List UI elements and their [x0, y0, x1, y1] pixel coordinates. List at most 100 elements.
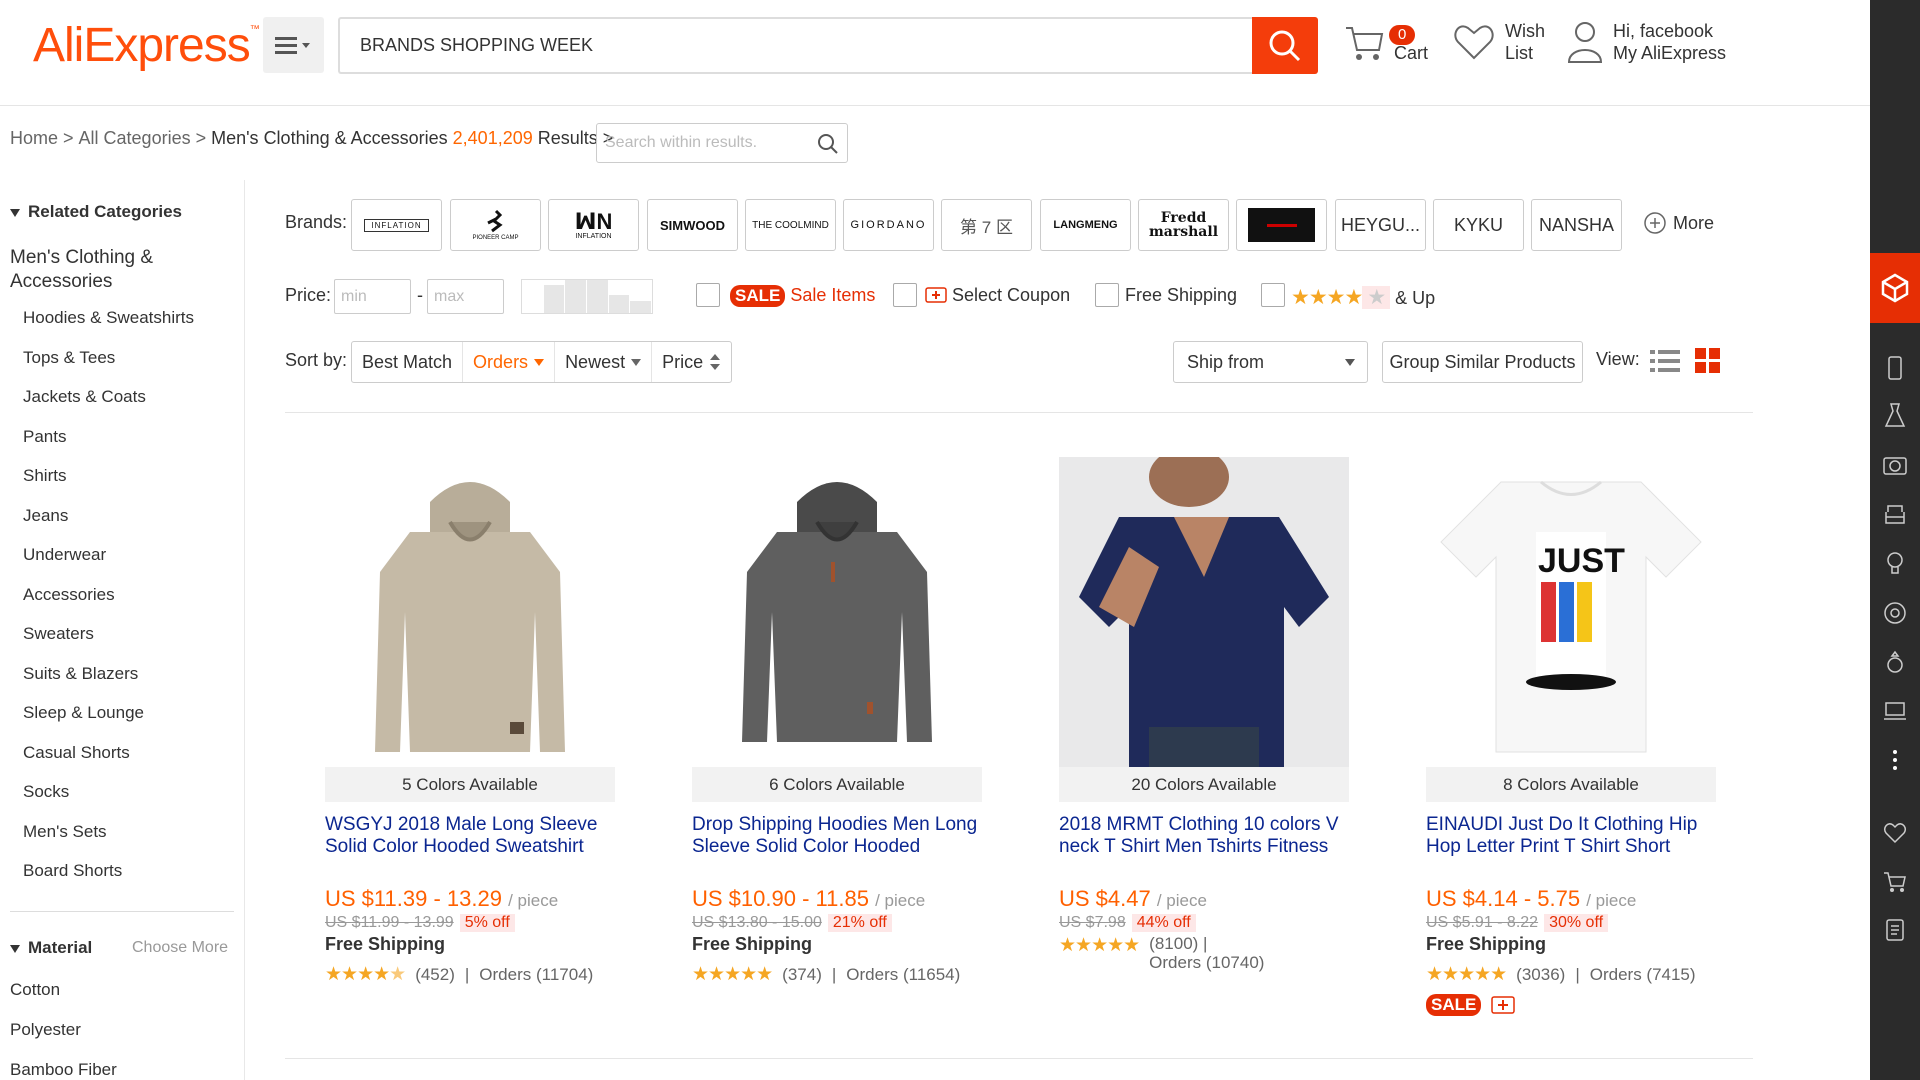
brand-nansha[interactable]: NANSHA: [1531, 199, 1622, 251]
sidebar-item-hoodies[interactable]: Hoodies & Sweatshirts: [23, 308, 194, 348]
rail-cube-button[interactable]: [1870, 253, 1920, 323]
choose-more-link[interactable]: Choose More: [132, 939, 228, 957]
phone-icon[interactable]: [1883, 356, 1907, 380]
product-image[interactable]: [1059, 457, 1349, 767]
chevron-down-icon: [534, 358, 545, 366]
select-coupon-checkbox[interactable]: [893, 283, 917, 307]
brand-kyku[interactable]: KYKU: [1433, 199, 1524, 251]
ring-icon[interactable]: [1883, 650, 1907, 674]
aliexpress-logo[interactable]: AliExpress™: [33, 18, 260, 73]
sidebar-item-suits[interactable]: Suits & Blazers: [23, 664, 194, 704]
sidebar-item-casual-shorts[interactable]: Casual Shorts: [23, 743, 194, 783]
product-image[interactable]: [692, 457, 982, 767]
grid-view-icon[interactable]: [1695, 348, 1721, 374]
free-shipping-checkbox[interactable]: [1095, 283, 1119, 307]
price-max-input[interactable]: max: [427, 279, 504, 314]
camera-icon[interactable]: [1883, 453, 1907, 477]
cube-icon: [1881, 273, 1909, 303]
ship-from-select[interactable]: Ship from: [1173, 341, 1368, 383]
brand-simwood[interactable]: SIMWOOD: [647, 199, 738, 251]
rating-checkbox[interactable]: [1261, 283, 1285, 307]
brand-inflation-alt[interactable]: ꟽN INFLATION: [548, 199, 639, 251]
product-card[interactable]: 20 Colors Available 2018 MRMT Clothing 1…: [1059, 457, 1349, 972]
material-bamboo[interactable]: Bamboo Fiber: [10, 1060, 117, 1080]
brand-heygu[interactable]: HEYGU...: [1335, 199, 1426, 251]
categories-menu-button[interactable]: [263, 17, 324, 73]
sidebar-item-tops[interactable]: Tops & Tees: [23, 348, 194, 388]
product-title[interactable]: WSGYJ 2018 Male Long Sleeve Solid Color …: [325, 814, 615, 862]
colors-available[interactable]: 20 Colors Available: [1059, 767, 1349, 802]
sort-newest[interactable]: Newest: [555, 342, 653, 382]
brand-fredd-marshall[interactable]: Fredd marshall: [1138, 199, 1229, 251]
product-title[interactable]: 2018 MRMT Clothing 10 colors V neck T Sh…: [1059, 814, 1349, 862]
brand-7qu[interactable]: 第 7 区: [941, 199, 1032, 251]
price-histogram[interactable]: [521, 279, 653, 314]
wish-list-link[interactable]: Wish List: [1453, 20, 1545, 64]
select-coupon-filter[interactable]: Select Coupon: [925, 285, 1070, 306]
sidebar-item-sweaters[interactable]: Sweaters: [23, 624, 194, 664]
sidebar-item-board-shorts[interactable]: Board Shorts: [23, 861, 194, 901]
sort-best-match[interactable]: Best Match: [352, 342, 464, 382]
brand-pioneer-camp[interactable]: PIONEER CAMP: [450, 199, 541, 251]
sidebar-item-jackets[interactable]: Jackets & Coats: [23, 387, 194, 427]
product-image[interactable]: JUST: [1426, 457, 1716, 767]
clipboard-icon[interactable]: [1883, 917, 1907, 941]
cart-link[interactable]: 0 Cart: [1344, 20, 1428, 64]
account-link[interactable]: Hi, facebook My AliExpress: [1567, 20, 1726, 64]
main-category-link[interactable]: Men's Clothing & Accessories: [10, 246, 210, 294]
material-heading[interactable]: Material: [10, 938, 92, 958]
rating-row: ★★★★★ (452) | Orders (11704): [325, 964, 594, 985]
dress-icon[interactable]: [1883, 403, 1907, 427]
sale-items-filter[interactable]: SALE Sale Items: [730, 285, 875, 307]
sidebar-item-mens-sets[interactable]: Men's Sets: [23, 822, 194, 862]
colors-available[interactable]: 6 Colors Available: [692, 767, 982, 802]
ball-icon[interactable]: [1883, 601, 1907, 625]
brand-coolmind[interactable]: THE COOLMIND: [745, 199, 836, 251]
material-cotton[interactable]: Cotton: [10, 980, 117, 1020]
sidebar-item-shirts[interactable]: Shirts: [23, 466, 194, 506]
sidebar-item-accessories[interactable]: Accessories: [23, 585, 194, 625]
product-title[interactable]: Drop Shipping Hoodies Men Long Sleeve So…: [692, 814, 982, 862]
rating-row: ★★★★★ (3036) | Orders (7415): [1426, 964, 1696, 985]
sidebar-item-jeans[interactable]: Jeans: [23, 506, 194, 546]
price-min-input[interactable]: min: [334, 279, 411, 314]
lightbulb-icon[interactable]: [1883, 551, 1907, 575]
sort-orders[interactable]: Orders: [463, 342, 556, 382]
sale-items-checkbox[interactable]: [696, 283, 720, 307]
search-icon[interactable]: [817, 133, 839, 155]
list-view-icon[interactable]: [1650, 348, 1680, 374]
sidebar-item-sleep[interactable]: Sleep & Lounge: [23, 703, 194, 743]
sidebar-item-underwear[interactable]: Underwear: [23, 545, 194, 585]
cart-icon[interactable]: [1883, 870, 1907, 894]
sidebar-item-socks[interactable]: Socks: [23, 782, 194, 822]
related-categories-heading[interactable]: Related Categories: [10, 202, 182, 222]
product-title[interactable]: EINAUDI Just Do It Clothing Hip Hop Lett…: [1426, 814, 1716, 862]
laptop-icon[interactable]: [1883, 699, 1907, 723]
search-within-input[interactable]: Search within results.: [596, 123, 848, 163]
sidebar-item-pants[interactable]: Pants: [23, 427, 194, 467]
product-card[interactable]: 5 Colors Available WSGYJ 2018 Male Long …: [325, 457, 615, 986]
sofa-icon[interactable]: [1883, 502, 1907, 526]
brand-inflation[interactable]: INFLATION: [351, 199, 442, 251]
search-button[interactable]: [1252, 17, 1318, 74]
colors-available[interactable]: 5 Colors Available: [325, 767, 615, 802]
account-greeting: Hi, facebook: [1613, 21, 1714, 41]
colors-available[interactable]: 8 Colors Available: [1426, 767, 1716, 802]
material-polyester[interactable]: Polyester: [10, 1020, 117, 1060]
brand-black-logo[interactable]: [1236, 199, 1327, 251]
search-input[interactable]: BRANDS SHOPPING WEEK: [338, 17, 1253, 74]
heart-icon[interactable]: [1883, 821, 1907, 845]
breadcrumb-home[interactable]: Home: [10, 128, 58, 149]
brand-giordano[interactable]: GIORDANO: [843, 199, 934, 251]
free-shipping-filter[interactable]: Free Shipping: [1125, 285, 1237, 306]
sort-price[interactable]: Price: [652, 342, 731, 382]
more-vertical-icon[interactable]: [1883, 748, 1907, 772]
rating-filter[interactable]: ★★★★ ★ & Up: [1291, 285, 1435, 310]
group-similar-button[interactable]: Group Similar Products: [1382, 341, 1583, 383]
product-image[interactable]: [325, 457, 615, 767]
product-card[interactable]: 6 Colors Available Drop Shipping Hoodies…: [692, 457, 982, 986]
product-card[interactable]: JUST 8 Colors Available EINAUDI Just Do …: [1426, 457, 1716, 1016]
more-brands-button[interactable]: More: [1643, 211, 1714, 235]
breadcrumb-all-categories[interactable]: All Categories: [79, 128, 191, 149]
brand-langmeng[interactable]: LANGMENG: [1040, 199, 1131, 251]
